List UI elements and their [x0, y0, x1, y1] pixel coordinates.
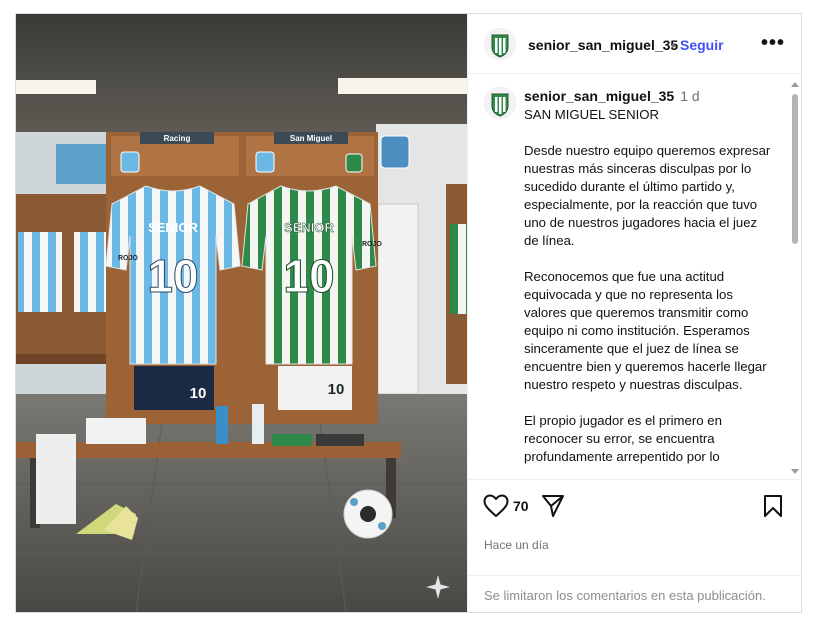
caption-text: SAN MIGUEL SENIOR Desde nuestro equipo q…	[524, 106, 774, 466]
post-actions: 70 Hace un día Se limitaron los comentar…	[468, 479, 801, 612]
header-username[interactable]: senior_san_miguel_35	[528, 37, 678, 53]
locker-label-san-miguel: San Miguel	[290, 134, 332, 143]
scroll-thumb[interactable]	[792, 94, 798, 244]
green-shorts-number: 10	[328, 381, 345, 398]
instagram-post: Racing San Miguel SENIOR 10 ROJO 10 SENI…	[15, 13, 802, 613]
heart-icon[interactable]	[483, 494, 509, 523]
locker-label-racing: Racing	[164, 134, 191, 143]
scroll-down-arrow-icon[interactable]	[791, 469, 799, 474]
like-count[interactable]: 70	[513, 498, 529, 514]
more-options-icon[interactable]: •••	[761, 32, 785, 55]
paper-plane-icon[interactable]	[541, 494, 565, 523]
green-jersey-number: 10	[283, 250, 334, 302]
separator-dot: •	[671, 37, 676, 53]
post-header: senior_san_miguel_35 • Seguir •••	[468, 14, 801, 74]
avatar[interactable]	[484, 28, 516, 60]
post-side-panel: senior_san_miguel_35 • Seguir ••• senior…	[467, 14, 801, 612]
comments-limited-notice: Se limitaron los comentarios en esta pub…	[468, 575, 801, 613]
caption-avatar[interactable]	[484, 87, 516, 119]
blue-sponsor: ROJO	[118, 255, 138, 262]
bookmark-icon[interactable]	[763, 494, 783, 523]
caption-time: 1 d	[680, 88, 700, 104]
post-image[interactable]: Racing San Miguel SENIOR 10 ROJO 10 SENI…	[16, 14, 467, 612]
follow-button[interactable]: Seguir	[680, 37, 724, 53]
caption-scrollbar[interactable]	[791, 82, 799, 474]
caption-header: senior_san_miguel_35 1 d	[524, 88, 700, 104]
caption-username[interactable]: senior_san_miguel_35	[524, 88, 674, 104]
blue-shorts-number: 10	[190, 385, 207, 402]
caption-area: senior_san_miguel_35 1 d SAN MIGUEL SENIO…	[468, 74, 801, 479]
caption-body: Desde nuestro equipo queremos expresar n…	[524, 143, 771, 464]
green-sponsor: ROJO	[362, 241, 382, 248]
caption-title: SAN MIGUEL SENIOR	[524, 107, 660, 122]
green-jersey-text: SENIOR	[284, 220, 334, 235]
post-timestamp[interactable]: Hace un día	[484, 538, 549, 552]
blue-jersey-number: 10	[147, 250, 198, 302]
blue-jersey-text: SENIOR	[148, 220, 198, 235]
sparkle-icon	[425, 574, 451, 600]
comments-limited-text: Se limitaron los comentarios en esta pub…	[484, 588, 766, 603]
scroll-up-arrow-icon[interactable]	[791, 82, 799, 87]
